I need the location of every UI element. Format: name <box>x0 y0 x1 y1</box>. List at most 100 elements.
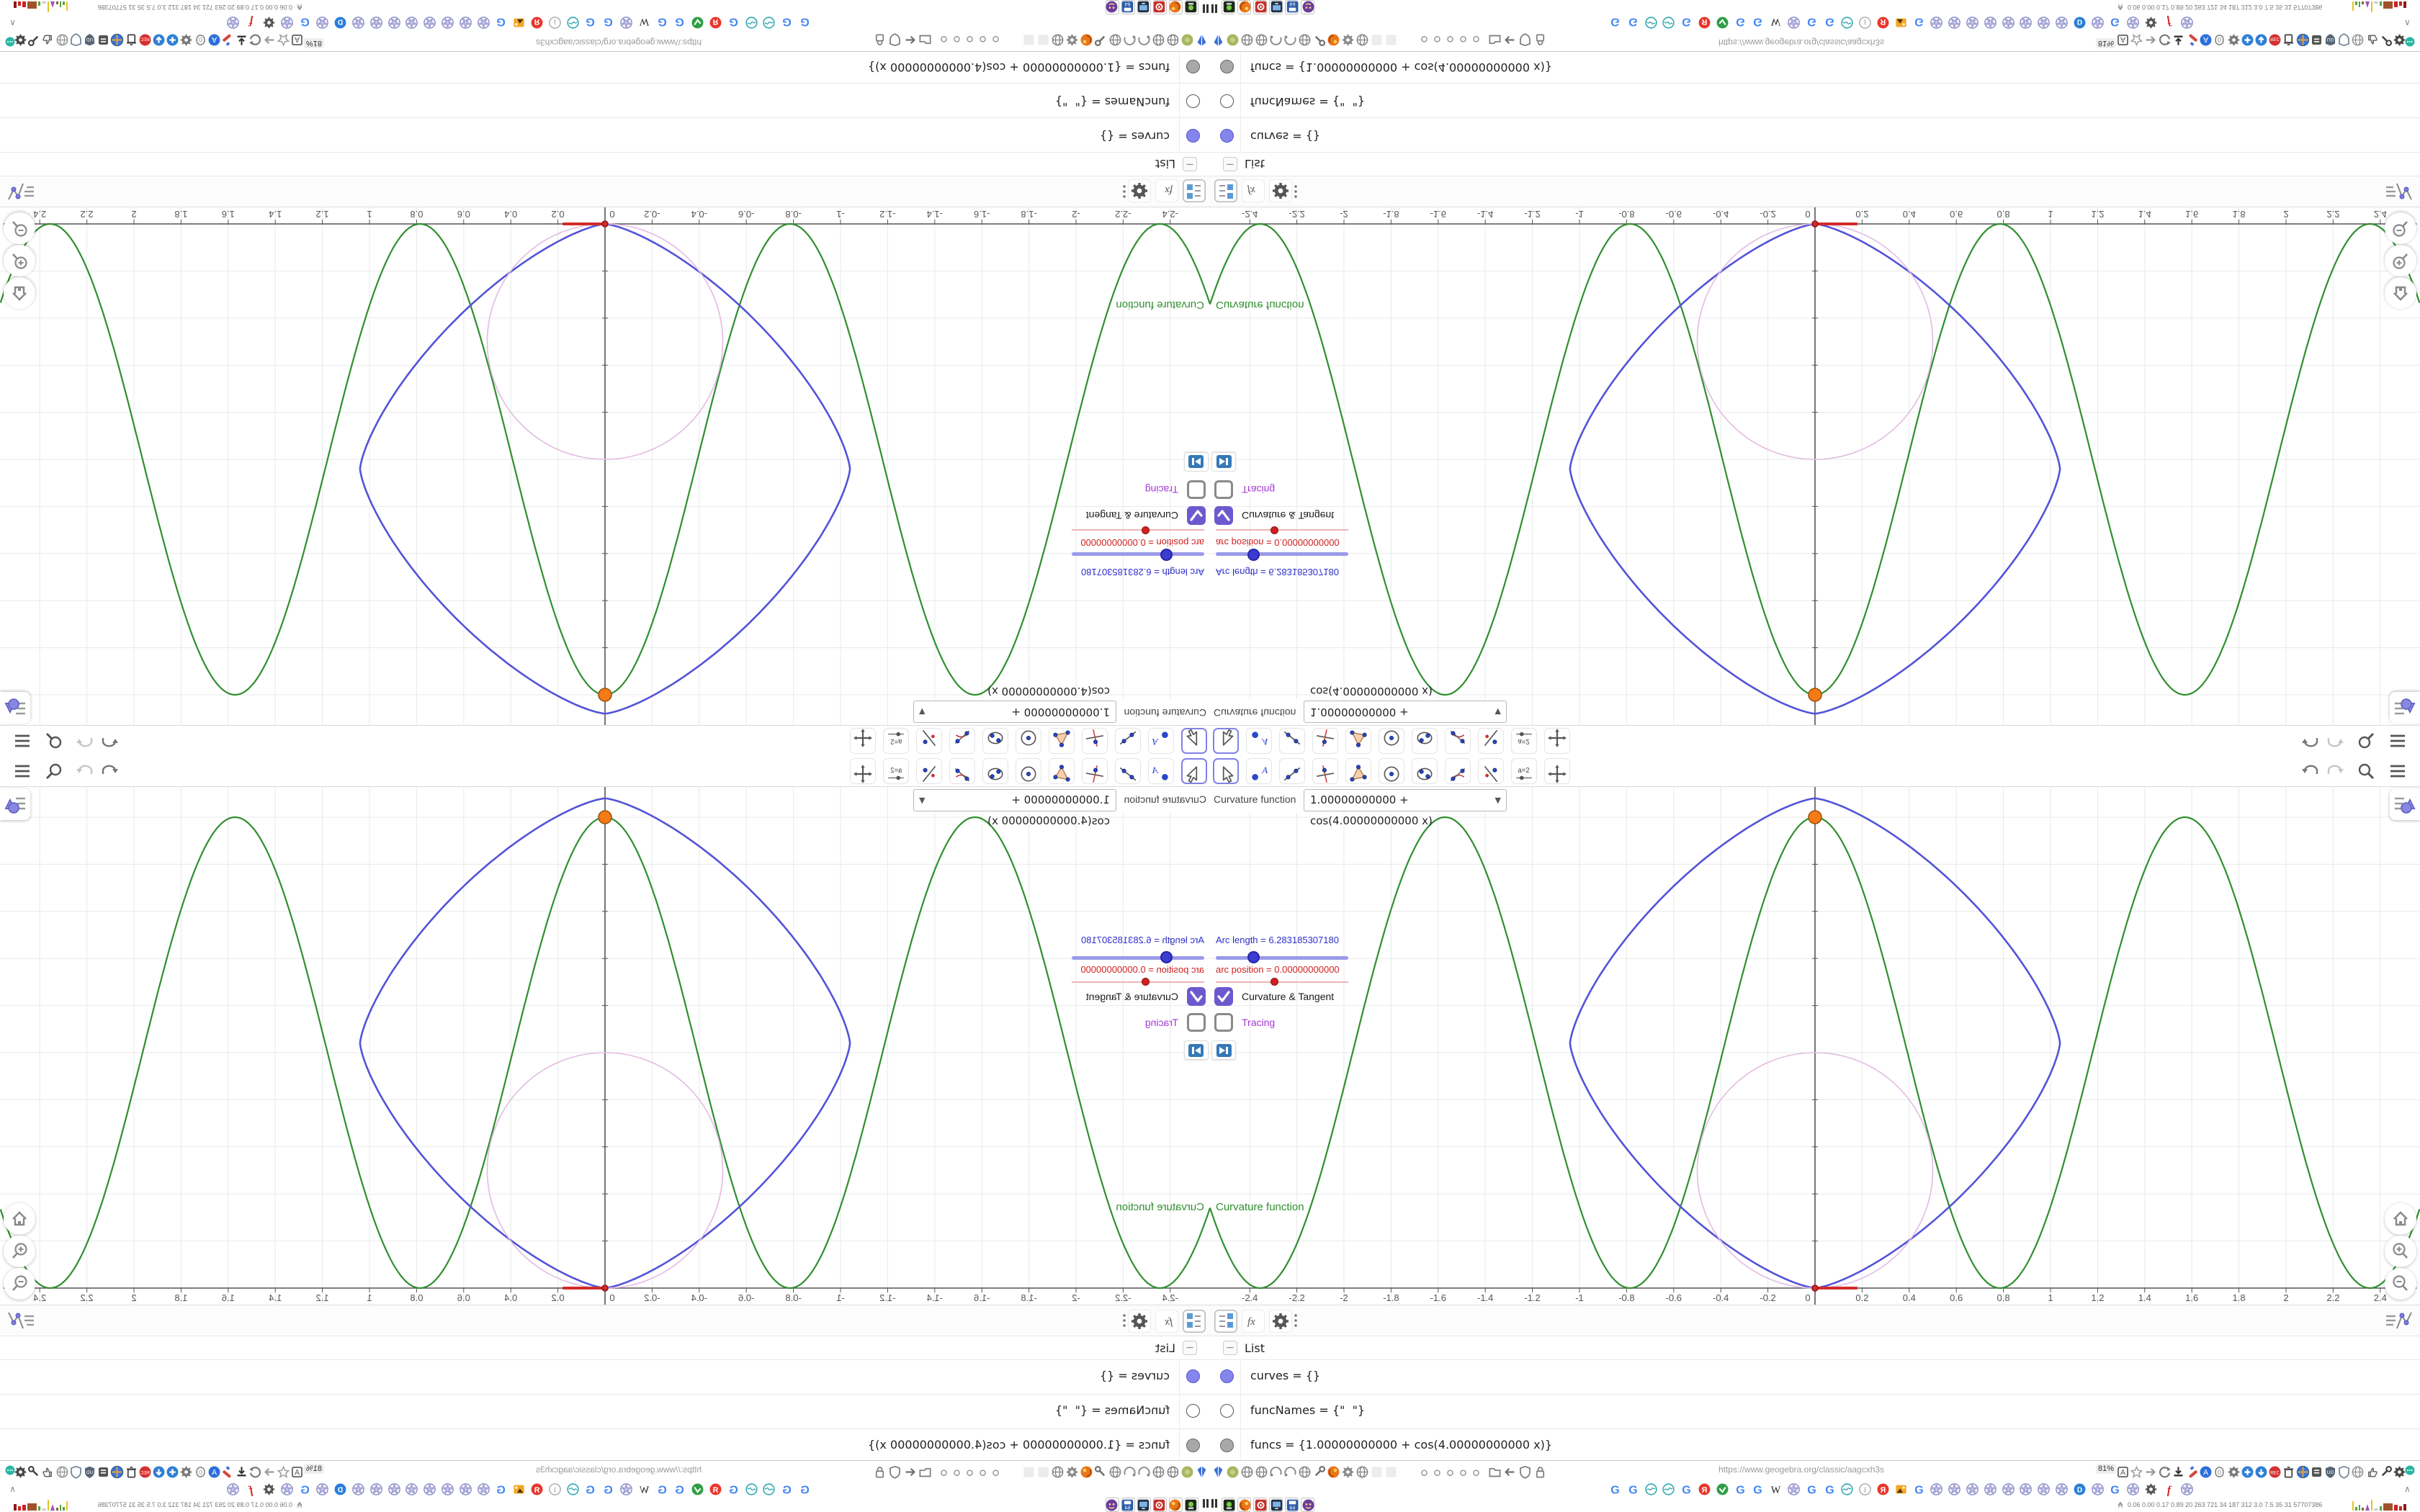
faint-icon[interactable] <box>1370 1465 1384 1479</box>
globe-icon[interactable] <box>1298 1465 1312 1479</box>
stripbar-function-fx-button[interactable]: fx <box>1242 179 1265 202</box>
G-icon[interactable]: G <box>1823 16 1837 30</box>
dot-icon[interactable] <box>950 33 964 47</box>
lav-icon[interactable] <box>2055 1482 2069 1496</box>
tool-point[interactable]: A <box>1148 728 1174 754</box>
lav-icon[interactable] <box>369 16 383 30</box>
tool-slider[interactable]: a=2 <box>883 758 909 784</box>
lav-icon[interactable] <box>1787 16 1801 30</box>
shield-icon[interactable] <box>1518 1465 1532 1479</box>
lav-icon[interactable] <box>405 16 418 30</box>
globe-icon[interactable] <box>1355 33 1369 47</box>
arc-length-slider-thumb[interactable] <box>1160 951 1173 963</box>
search-button[interactable] <box>43 730 65 752</box>
dot-icon[interactable] <box>963 1465 977 1479</box>
teal-icon[interactable] <box>1662 1482 1675 1496</box>
chevron-up-icon[interactable]: ∧ <box>9 1484 16 1494</box>
tile-red-gear[interactable] <box>1253 0 1267 14</box>
yandex-icon[interactable]: Я <box>709 16 722 30</box>
graphics-view[interactable]: -2.4 -2.2 -2 -1.8 -1.6 -1.4 -1.2 -1 -0.8 -0.6 -0.4… <box>0 207 1210 725</box>
G-icon[interactable]: G <box>727 1482 740 1496</box>
star-icon[interactable] <box>2130 33 2143 47</box>
yandex-icon[interactable]: Я <box>709 1482 722 1496</box>
curvature-tangent-checkbox[interactable] <box>1187 987 1206 1006</box>
algebra-row-expression[interactable]: funcNames = {" "} <box>1055 95 1170 109</box>
G-icon[interactable]: G <box>298 1482 312 1496</box>
collapse-minus-icon[interactable]: − <box>1183 157 1197 171</box>
arc-length-slider-track[interactable] <box>1072 956 1204 960</box>
dot-icon[interactable] <box>1430 33 1444 47</box>
wrench-icon[interactable] <box>1094 33 1108 47</box>
visibility-toggle-empty[interactable] <box>1220 94 1234 108</box>
wrench-icon[interactable] <box>27 1465 41 1479</box>
lav-icon[interactable] <box>441 1482 454 1496</box>
photo-icon[interactable] <box>512 1482 526 1496</box>
G-icon[interactable]: G <box>780 1482 794 1496</box>
greenbird-icon[interactable] <box>1716 16 1729 30</box>
photo-icon[interactable] <box>1894 16 1908 30</box>
reload-icon[interactable] <box>2158 1465 2172 1479</box>
globec-icon[interactable] <box>110 1465 124 1479</box>
gauge-icon[interactable] <box>1123 1465 1137 1479</box>
visibility-toggle-blue-filled[interactable] <box>1220 129 1234 143</box>
tracing-checkbox[interactable] <box>1214 480 1233 499</box>
globe-icon[interactable] <box>55 33 69 47</box>
zoom-in-button[interactable] <box>2385 1236 2416 1267</box>
tile-floppy64[interactable]: 64 <box>1285 1498 1299 1512</box>
G-icon[interactable]: G <box>1680 1482 1693 1496</box>
G-icon[interactable]: G <box>494 1482 508 1496</box>
dblue-icon[interactable]: D <box>333 16 347 30</box>
pin-icon[interactable] <box>1195 1465 1209 1479</box>
function-dropdown[interactable]: 1.00000000000 + cos(4.00000000000 x) ▼ <box>913 685 1116 723</box>
arc-length-slider-thumb[interactable] <box>1247 951 1260 963</box>
rec-icon[interactable]: REC <box>138 33 152 47</box>
G-icon[interactable]: G <box>673 16 686 30</box>
shieldUD-icon[interactable]: UD <box>2323 33 2337 47</box>
algebra-row-expression[interactable]: curves = {} <box>1250 130 1320 143</box>
olive-icon[interactable] <box>1180 33 1194 47</box>
G-icon[interactable]: G <box>2108 16 2122 30</box>
lav-icon[interactable] <box>315 16 329 30</box>
wrench-icon[interactable] <box>1312 33 1326 47</box>
tracing-checkbox[interactable] <box>1187 1013 1206 1032</box>
tile-purple-mask[interactable] <box>1301 0 1314 14</box>
curvature-tangent-checkbox[interactable] <box>1187 506 1206 525</box>
fwd-icon[interactable] <box>2143 1465 2157 1479</box>
gear-icon[interactable] <box>1341 33 1355 47</box>
teal-icon[interactable] <box>745 1482 758 1496</box>
teal-icon[interactable] <box>566 16 580 30</box>
algebra-row-expression[interactable]: funcs = {1.00000000000 + cos(4.000000000… <box>868 60 1170 74</box>
lav-icon[interactable] <box>2126 16 2140 30</box>
firefox-icon[interactable] <box>1327 33 1340 47</box>
G-icon[interactable]: G <box>1805 16 1819 30</box>
tool-reflect[interactable] <box>916 758 942 784</box>
thumb-icon[interactable] <box>41 33 55 47</box>
zoom-out-button[interactable] <box>4 212 35 244</box>
address-bar[interactable]: https://www.geogebra.org/classic/aagcxh3… <box>1707 37 1896 48</box>
wiki-icon[interactable]: W <box>637 16 651 30</box>
teal-icon[interactable] <box>1644 16 1658 30</box>
yandex-icon[interactable]: Я <box>1698 16 1711 30</box>
download-icon[interactable] <box>235 33 248 47</box>
fwd-icon[interactable] <box>2143 33 2157 47</box>
curvature-tangent-checkbox[interactable] <box>1214 987 1233 1006</box>
collapse-minus-icon[interactable]: − <box>1223 157 1237 171</box>
letterA-icon[interactable]: A <box>2199 1465 2213 1479</box>
G-icon[interactable]: G <box>494 16 508 30</box>
lav-icon[interactable] <box>2126 1482 2140 1496</box>
olive-icon[interactable] <box>1226 1465 1240 1479</box>
plusc-icon[interactable] <box>166 1465 179 1479</box>
gearDark-icon[interactable] <box>262 16 276 30</box>
lav-icon[interactable] <box>2037 1482 2051 1496</box>
visibility-toggle-empty[interactable] <box>1186 94 1200 108</box>
star-icon[interactable] <box>277 33 290 47</box>
collapse-minus-icon[interactable]: − <box>1223 1341 1237 1355</box>
reload-icon[interactable] <box>248 1465 262 1479</box>
tool-slider[interactable]: a=2 <box>883 728 909 754</box>
download-icon[interactable] <box>235 1465 248 1479</box>
rec-icon[interactable]: REC <box>2268 33 2282 47</box>
function-dropdown[interactable]: 1.00000000000 + cos(4.00000000000 x) ▼ <box>1304 789 1507 827</box>
greenbird-icon[interactable] <box>691 1482 704 1496</box>
G-icon[interactable]: G <box>1751 1482 1765 1496</box>
globec-icon[interactable] <box>2296 33 2310 47</box>
